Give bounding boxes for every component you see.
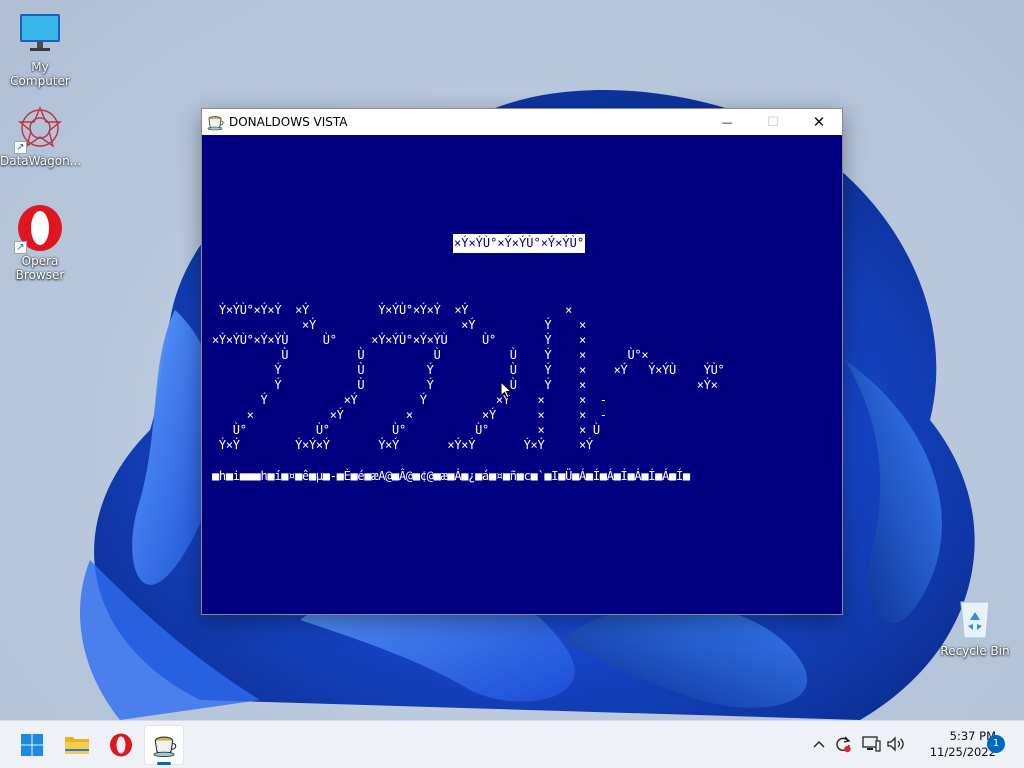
recycle-bin-icon bbox=[951, 594, 999, 642]
minimize-icon: — bbox=[721, 115, 733, 129]
console-ascii-art: Ý×ÝÙ°×Ý×Ý ×Ý Ý×ÝÙ°×Ý×Ý ×Ý × ×Ý ×Ý Ý × ×Ý… bbox=[212, 303, 725, 452]
minimize-button[interactable]: — bbox=[704, 109, 750, 135]
refresh-icon bbox=[836, 736, 851, 753]
desktop-icon-label: Opera Browser bbox=[15, 254, 65, 282]
shortcut-arrow-icon: ↗ bbox=[14, 241, 27, 254]
show-hidden-icons-button[interactable] bbox=[811, 735, 827, 753]
windows-logo-icon bbox=[21, 734, 43, 756]
maximize-button[interactable]: ☐ bbox=[750, 109, 796, 135]
clock-date: 11/25/2022 bbox=[929, 745, 996, 759]
taskbar-donaldows-vista[interactable] bbox=[144, 725, 184, 765]
opera-icon: ↗ bbox=[14, 204, 64, 254]
shortcut-arrow-icon: ↗ bbox=[14, 141, 27, 154]
taskbar-clock[interactable]: 5:37 PM 11/25/2022 bbox=[910, 728, 996, 760]
monitor-icon bbox=[16, 10, 64, 58]
maximize-icon: ☐ bbox=[767, 114, 779, 130]
datawagon-icon: ↗ bbox=[14, 104, 64, 154]
console-screen[interactable]: ×Ý×ÝÙ°×Ý×ÝÙ°×Ý×ÝÙ° Ý×ÝÙ°×Ý×Ý ×Ý Ý×ÝÙ°×Ý×… bbox=[202, 135, 842, 614]
network-icon bbox=[862, 736, 881, 752]
console-garbage-line: ■h■i■■■h■í■¤■ê■µ■-■È■é■æA@■Â@■¢@■æ■Á■¿■á… bbox=[212, 469, 690, 483]
mouse-cursor-icon bbox=[500, 381, 512, 399]
desktop-icon-recycle-bin[interactable]: Recycle Bin bbox=[935, 594, 1015, 658]
window-titlebar[interactable]: DONALDOWS VISTA — ☐ ✕ bbox=[202, 109, 842, 135]
active-app-indicator bbox=[157, 762, 171, 765]
desktop-icon-my-computer[interactable]: My Computer bbox=[0, 10, 80, 88]
close-button[interactable]: ✕ bbox=[796, 109, 842, 135]
desktop-icon-label: DataWagon... bbox=[0, 154, 82, 168]
taskbar-opera[interactable] bbox=[101, 725, 141, 765]
window-title: DONALDOWS VISTA bbox=[229, 115, 348, 129]
desktop-icon-label: My Computer bbox=[10, 60, 70, 88]
coffee-cup-icon bbox=[207, 116, 224, 131]
chevron-up-icon bbox=[813, 741, 825, 748]
console-banner: ×Ý×ÝÙ°×Ý×ÝÙ°×Ý×ÝÙ° bbox=[453, 234, 586, 253]
desktop-icon-opera[interactable]: ↗ Opera Browser bbox=[0, 204, 80, 282]
desktop-icon-datawagon[interactable]: ↗ DataWagon... bbox=[0, 104, 82, 168]
close-icon: ✕ bbox=[812, 113, 826, 131]
desktop-icon-label: Recycle Bin bbox=[940, 644, 1010, 658]
notification-badge[interactable]: 1 bbox=[987, 735, 1005, 753]
tray-update-button[interactable] bbox=[833, 735, 853, 753]
speaker-icon bbox=[887, 736, 904, 752]
start-button[interactable] bbox=[12, 725, 52, 765]
tray-network-button[interactable] bbox=[860, 735, 882, 753]
folder-icon bbox=[65, 737, 89, 754]
taskbar-file-explorer[interactable] bbox=[57, 725, 97, 765]
clock-time: 5:37 PM bbox=[949, 729, 996, 743]
opera-icon bbox=[110, 733, 132, 757]
tray-volume-button[interactable] bbox=[885, 735, 907, 753]
coffee-cup-icon bbox=[153, 736, 177, 757]
console-window[interactable]: DONALDOWS VISTA — ☐ ✕ ×Ý×ÝÙ°×Ý×ÝÙ°×Ý×ÝÙ°… bbox=[201, 108, 843, 615]
